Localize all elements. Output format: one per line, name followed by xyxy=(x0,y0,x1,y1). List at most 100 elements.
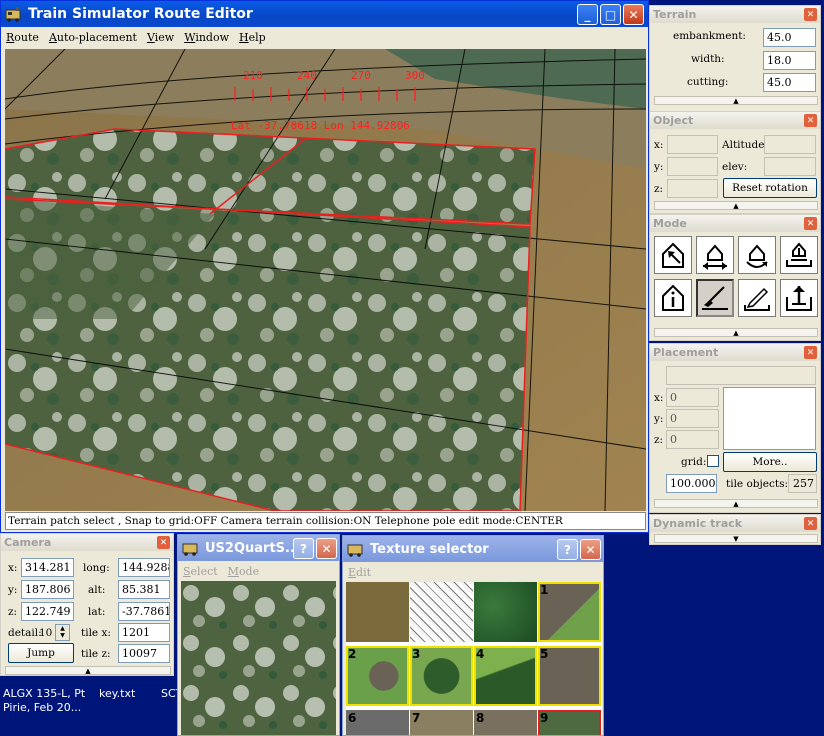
menu-mode[interactable]: Mode xyxy=(223,565,264,578)
camera-y-field[interactable]: 187.806 xyxy=(21,580,74,599)
placement-panel-header[interactable]: Placement ✕ xyxy=(650,344,820,361)
mode-panel-header[interactable]: Mode ✕ xyxy=(650,215,820,232)
close-icon[interactable]: ✕ xyxy=(804,217,817,230)
select-mode-icon[interactable] xyxy=(654,236,692,274)
menu-auto-placement[interactable]: Auto-placement xyxy=(44,31,142,44)
texture-tile[interactable] xyxy=(410,582,473,642)
menu-window[interactable]: Window xyxy=(179,31,234,44)
camera-panel-header[interactable]: Camera ✕ xyxy=(1,534,173,551)
placement-value-field[interactable]: 100.000 xyxy=(666,474,717,493)
texture-tile[interactable] xyxy=(346,582,409,642)
collapse-arrow-icon[interactable]: ▲ xyxy=(654,201,818,210)
object-panel-header[interactable]: Object ✕ xyxy=(650,112,820,129)
texture-tile[interactable] xyxy=(474,582,537,642)
placement-y-field: 0 xyxy=(666,409,719,428)
texture-tile[interactable]: 9 xyxy=(538,710,601,735)
cutting-field[interactable]: 45.0 xyxy=(763,73,816,92)
camera-x-label: x: xyxy=(8,562,18,574)
detail-spinner-icon[interactable]: ▲ ▼ xyxy=(55,624,70,641)
tile-number: 6 xyxy=(348,711,357,725)
panel-title: Camera xyxy=(4,536,52,549)
close-icon[interactable]: ✕ xyxy=(804,8,817,21)
alt-field[interactable]: 85.381 xyxy=(118,580,170,599)
compass-label: 210 xyxy=(243,69,263,82)
texture-tile[interactable]: 8 xyxy=(474,710,537,735)
texture-tile[interactable]: 7 xyxy=(410,710,473,735)
tilex-field[interactable]: 1201 xyxy=(118,623,170,642)
placement-x-label: x: xyxy=(654,392,664,404)
maximize-button[interactable]: □ xyxy=(600,4,621,25)
menu-route[interactable]: Route xyxy=(1,31,44,44)
placement-list[interactable] xyxy=(723,387,816,450)
dynamic-track-panel-header[interactable]: Dynamic track ✕ xyxy=(650,515,820,532)
collapse-arrow-icon[interactable]: ▲ xyxy=(654,328,818,337)
camera-y-label: y: xyxy=(8,584,18,596)
terrain-panel-header[interactable]: Terrain ✕ xyxy=(650,6,820,23)
us2-titlebar[interactable]: US2QuartS... ? ✕ xyxy=(178,535,339,561)
paint-mode-icon[interactable] xyxy=(696,279,734,317)
texture-menu-bar: Edit xyxy=(343,562,603,582)
3d-viewport[interactable]: 210 240 270 300 Lat -37.78618 Lon 144.92… xyxy=(5,49,646,511)
texture-tile[interactable]: 4 xyxy=(474,646,537,706)
close-icon[interactable]: ✕ xyxy=(804,346,817,359)
placement-z-label: z: xyxy=(654,434,664,446)
texture-tile[interactable]: 6 xyxy=(346,710,409,735)
close-icon[interactable]: ✕ xyxy=(804,114,817,127)
help-button[interactable]: ? xyxy=(293,538,314,559)
jump-button[interactable]: Jump xyxy=(8,643,74,663)
export-mode-icon[interactable] xyxy=(780,279,818,317)
rotate-mode-icon[interactable] xyxy=(738,236,776,274)
compass-label: 300 xyxy=(405,69,425,82)
close-icon[interactable]: ✕ xyxy=(157,536,170,549)
info-mode-icon[interactable] xyxy=(654,279,692,317)
grid-checkbox[interactable] xyxy=(707,455,719,467)
menu-select[interactable]: Select xyxy=(178,565,223,578)
tile-number: 8 xyxy=(476,711,485,725)
texture-grid: 1 2 3 4 5 6 7 8 9 xyxy=(346,582,602,735)
move-mode-icon[interactable] xyxy=(696,236,734,274)
texture-preview[interactable] xyxy=(181,581,336,735)
menu-edit[interactable]: Edit xyxy=(343,566,376,579)
desktop-item-label[interactable]: Pirie, Feb 20... xyxy=(3,701,81,714)
menu-bar: Route Auto-placement View Window Help xyxy=(1,27,648,47)
menu-help[interactable]: Help xyxy=(234,31,271,44)
placement-panel: Placement ✕ x: 0 y: 0 z: 0 grid: More.. 1… xyxy=(649,343,821,513)
expand-arrow-icon[interactable]: ▼ xyxy=(654,534,818,543)
panel-title: Mode xyxy=(653,217,687,230)
collapse-arrow-icon[interactable]: ▲ xyxy=(654,96,818,105)
main-titlebar[interactable]: Train Simulator Route Editor _ □ ✕ xyxy=(1,1,648,27)
texture-tile[interactable]: 2 xyxy=(346,646,409,706)
desktop-item-label[interactable]: key.txt xyxy=(99,687,135,700)
menu-view[interactable]: View xyxy=(142,31,179,44)
width-label: width: xyxy=(691,53,725,65)
texture-tile[interactable]: 1 xyxy=(538,582,601,642)
reset-rotation-button[interactable]: Reset rotation xyxy=(723,178,817,198)
desktop-item-label[interactable]: ALGX 135-L, Pt xyxy=(3,687,85,700)
help-button[interactable]: ? xyxy=(557,539,578,560)
close-button[interactable]: ✕ xyxy=(316,538,337,559)
tilez-field[interactable]: 10097 xyxy=(118,644,170,663)
close-button[interactable]: ✕ xyxy=(580,539,601,560)
detail-value[interactable]: 10 xyxy=(39,627,52,639)
collapse-arrow-icon[interactable]: ▲ xyxy=(654,499,818,508)
texture-tile[interactable]: 5 xyxy=(538,646,601,706)
main-window: Train Simulator Route Editor _ □ ✕ Route… xyxy=(0,0,649,533)
texture-titlebar[interactable]: Texture selector ? ✕ xyxy=(343,536,603,562)
camera-z-field[interactable]: 122.749 xyxy=(21,602,74,621)
elevate-mode-icon[interactable] xyxy=(780,236,818,274)
tilex-label: tile x: xyxy=(81,627,111,639)
lat-field[interactable]: -37.7861 xyxy=(118,602,170,621)
pencil-mode-icon[interactable] xyxy=(738,279,776,317)
long-field[interactable]: 144.9288 xyxy=(118,558,170,577)
minimize-button[interactable]: _ xyxy=(577,4,598,25)
width-field[interactable]: 18.0 xyxy=(763,51,816,70)
more-button[interactable]: More.. xyxy=(723,452,817,472)
object-y-field xyxy=(667,157,718,176)
collapse-arrow-icon[interactable]: ▲ xyxy=(5,666,171,675)
close-icon[interactable]: ✕ xyxy=(804,517,817,530)
object-z-label: z: xyxy=(654,183,664,195)
embankment-field[interactable]: 45.0 xyxy=(763,28,816,47)
camera-x-field[interactable]: 314.281 xyxy=(21,558,74,577)
texture-tile[interactable]: 3 xyxy=(410,646,473,706)
close-button[interactable]: ✕ xyxy=(623,4,644,25)
